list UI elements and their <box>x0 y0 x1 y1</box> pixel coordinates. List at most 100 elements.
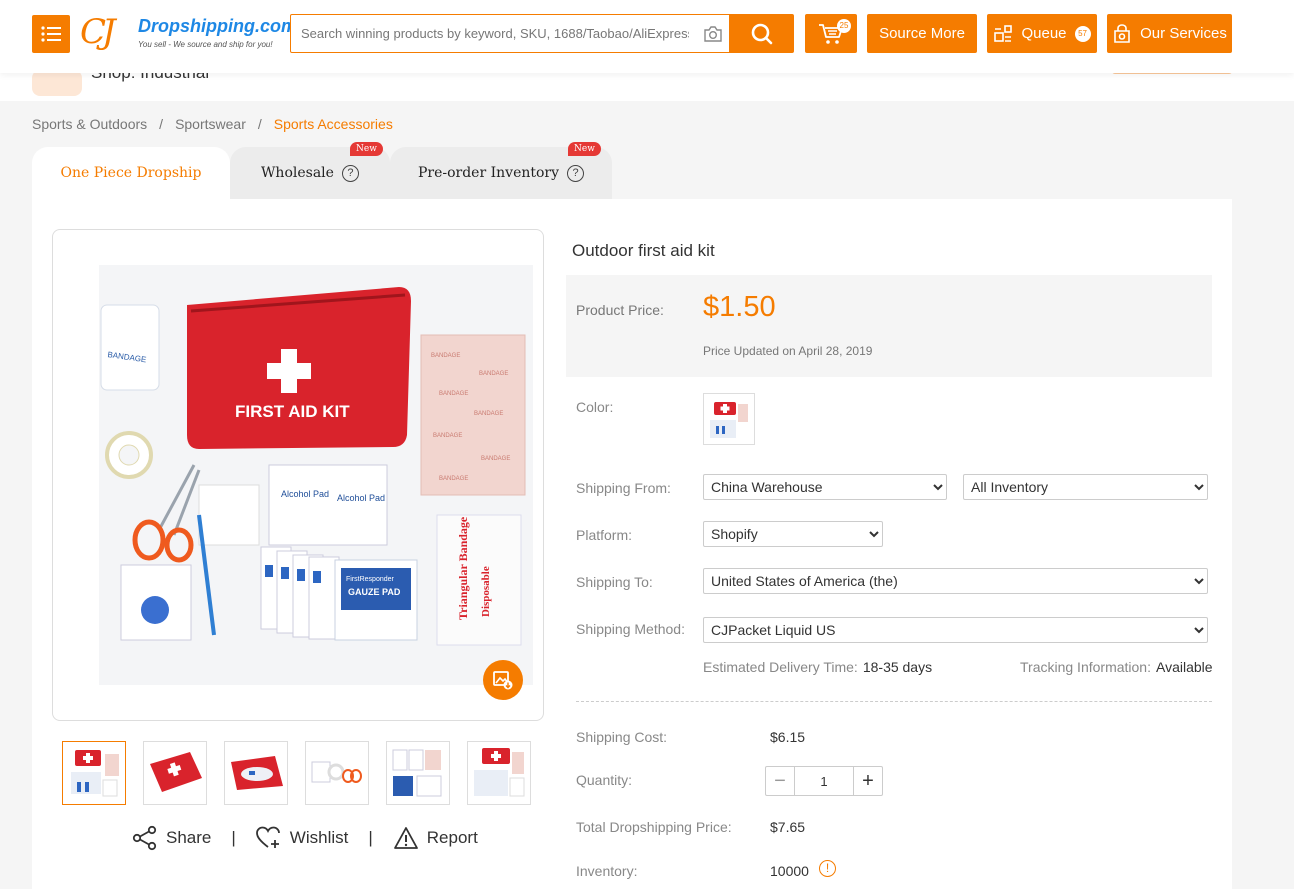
tab-wholesale[interactable]: Wholesale ? New <box>230 142 390 199</box>
red-pouch-open-thumb <box>231 756 283 790</box>
thumbnail[interactable] <box>305 741 369 805</box>
heart-plus-icon <box>255 826 280 848</box>
thumbnail[interactable] <box>143 741 207 805</box>
list-menu-icon <box>41 26 61 42</box>
breadcrumb-item-current[interactable]: Sports Accessories <box>274 116 393 132</box>
thumbnail-strip <box>62 741 532 805</box>
product-panel: BANDAGE FIRST AID KIT BANDAGE BANDAGE BAND… <box>32 199 1232 889</box>
tracking-value: Available <box>1155 659 1213 675</box>
tab-pre-order-inventory[interactable]: Pre-order Inventory ? New <box>390 142 612 199</box>
svg-text:Alcohol Pad: Alcohol Pad <box>281 489 329 499</box>
color-label: Color: <box>576 399 614 415</box>
price-box: Product Price: $1.50 Price Updated on Ap… <box>566 275 1212 377</box>
product-actions: Share | Wishlist | Report <box>132 823 478 853</box>
logo[interactable]: CJ Dropshipping.com You sell - We source… <box>80 10 297 56</box>
product-title: Outdoor first aid kit <box>572 241 715 260</box>
our-services-button[interactable]: Our Services <box>1107 14 1232 53</box>
report-button[interactable]: Report <box>393 826 478 850</box>
queue-label: Queue <box>1021 25 1067 42</box>
shipping-from-select[interactable]: China Warehouse <box>703 474 947 500</box>
increase-quantity-button[interactable]: + <box>853 767 882 795</box>
download-image-button[interactable] <box>483 660 523 700</box>
inventory-value: 10000 <box>770 863 809 879</box>
price-updated-note: Price Updated on April 28, 2019 <box>703 344 873 358</box>
warning-icon <box>393 827 418 849</box>
thumbnail[interactable] <box>62 741 126 805</box>
svg-text:BANDAGE: BANDAGE <box>479 371 508 377</box>
svg-text:BANDAGE: BANDAGE <box>474 411 503 417</box>
source-more-button[interactable]: Source More <box>867 14 977 53</box>
platform-select[interactable]: Shopify <box>703 521 883 547</box>
svg-text:Alcohol Pad: Alcohol Pad <box>337 493 385 503</box>
svg-text:FIRST AID KIT: FIRST AID KIT <box>235 402 350 421</box>
thumbnail[interactable] <box>467 741 531 805</box>
store-avatar[interactable] <box>32 70 82 96</box>
quantity-input[interactable] <box>795 767 853 795</box>
search-bar <box>290 14 794 53</box>
logo-mark: CJ <box>80 12 116 52</box>
share-icon <box>132 825 157 851</box>
shipping-cost-value: $6.15 <box>770 729 806 745</box>
breadcrumb-item[interactable]: Sportswear <box>175 116 246 132</box>
queue-count-badge: 57 <box>1074 25 1091 42</box>
alert-icon[interactable]: ! <box>819 860 836 877</box>
breadcrumb-item[interactable]: Sports & Outdoors <box>32 116 147 132</box>
quantity-stepper: − + <box>765 766 883 796</box>
estimated-delivery: Estimated Delivery Time: 18-35 days <box>703 659 932 675</box>
camera-icon[interactable] <box>703 25 723 43</box>
svg-text:BANDAGE: BANDAGE <box>433 433 462 439</box>
our-services-label: Our Services <box>1140 25 1227 42</box>
svg-text:BANDAGE: BANDAGE <box>439 476 468 482</box>
breadcrumb-separator: / <box>257 116 262 132</box>
svg-text:BANDAGE: BANDAGE <box>481 456 510 462</box>
wishlist-button[interactable]: Wishlist <box>255 826 349 850</box>
svg-text:BANDAGE: BANDAGE <box>439 391 468 397</box>
help-icon[interactable]: ? <box>567 164 585 182</box>
thumbnail[interactable] <box>386 741 450 805</box>
shipping-cost-label: Shipping Cost: <box>576 729 668 745</box>
menu-button[interactable] <box>32 15 70 53</box>
wishlist-label: Wishlist <box>289 828 349 847</box>
main-product-image[interactable]: BANDAGE FIRST AID KIT BANDAGE BANDAGE BAND… <box>52 229 544 721</box>
tab-label: One Piece Dropship <box>60 165 202 181</box>
platform-label: Platform: <box>576 527 633 543</box>
shipping-to-select[interactable]: United States of America (the) <box>703 568 1208 594</box>
svg-text:Disposable: Disposable <box>480 566 492 617</box>
tab-label: Wholesale <box>261 165 334 181</box>
action-divider: | <box>231 828 236 847</box>
share-label: Share <box>166 828 212 847</box>
search-icon <box>751 23 772 44</box>
tab-one-piece-dropship[interactable]: One Piece Dropship <box>32 147 230 199</box>
help-icon[interactable]: ? <box>341 164 359 182</box>
shipping-method-select[interactable]: CJPacket Liquid US <box>703 617 1208 643</box>
first-aid-kit-photo: BANDAGE FIRST AID KIT BANDAGE BANDAGE BAND… <box>99 265 533 685</box>
kit-contents-thumb <box>71 750 119 797</box>
tab-label: Pre-order Inventory <box>417 165 560 181</box>
tracking-info: Tracking Information: Available <box>1020 659 1213 675</box>
share-button[interactable]: Share <box>132 825 211 851</box>
queue-button[interactable]: Queue 57 <box>987 14 1097 53</box>
kit-contents-alt-thumb <box>474 748 525 797</box>
new-badge: New <box>568 142 601 156</box>
color-variant-swatch[interactable] <box>703 393 755 445</box>
quantity-label: Quantity: <box>576 772 633 788</box>
svg-text:GAUZE PAD: GAUZE PAD <box>348 587 401 597</box>
inventory-filter-select[interactable]: All Inventory <box>963 474 1208 500</box>
est-delivery-value: 18-35 days <box>862 659 933 675</box>
svg-text:BANDAGE: BANDAGE <box>431 353 460 359</box>
cart-button[interactable]: 25 <box>805 14 857 53</box>
report-label: Report <box>426 828 478 847</box>
image-download-icon <box>493 671 513 690</box>
logo-name: Dropshipping.com <box>138 16 297 36</box>
search-input[interactable] <box>291 15 699 52</box>
search-button[interactable] <box>729 14 794 53</box>
red-pouch-closed-thumb <box>150 752 202 792</box>
new-badge: New <box>350 142 383 156</box>
decrease-quantity-button[interactable]: − <box>766 767 795 795</box>
shipping-method-label: Shipping Method: <box>576 621 685 637</box>
kit-color-thumb <box>710 402 748 438</box>
shipping-to-label: Shipping To: <box>576 574 653 590</box>
thumbnail[interactable] <box>224 741 288 805</box>
services-icon <box>1114 23 1130 43</box>
tracking-label: Tracking Information: <box>1020 659 1151 675</box>
